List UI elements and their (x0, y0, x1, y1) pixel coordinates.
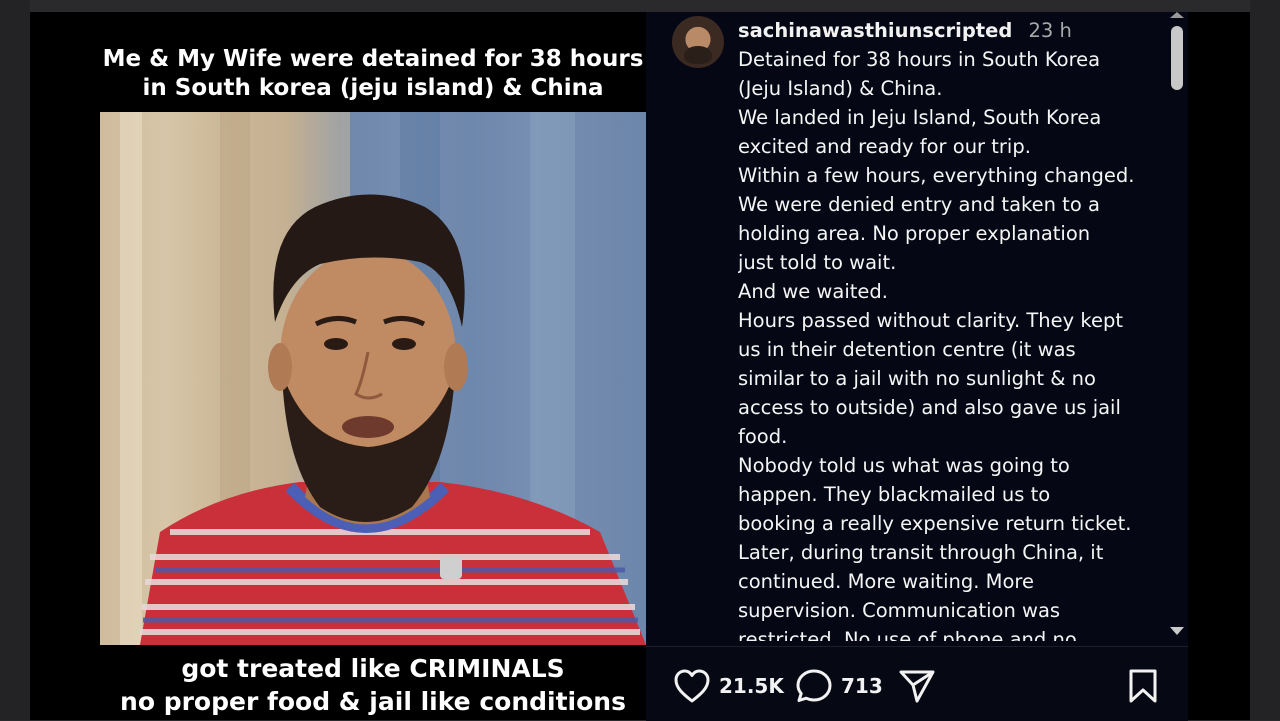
comment-button[interactable]: 713 (795, 668, 883, 704)
video-caption-bottom: got treated like CRIMINALS no proper foo… (100, 645, 646, 720)
caption-line: holding area. No proper explanation (738, 222, 1091, 245)
post-caption: sachinawasthiunscripted 23 h Detained fo… (738, 16, 1158, 641)
share-icon (899, 670, 935, 703)
caption-line: happen. They blackmailed us to (738, 483, 1051, 506)
scroll-down-arrow[interactable] (1170, 627, 1184, 635)
video-caption-top: Me & My Wife were detained for 38 hours … (100, 12, 646, 112)
like-count: 21.5K (719, 674, 784, 698)
page-backdrop-right (1250, 0, 1280, 720)
caption-line: Nobody told us what was going to (738, 454, 1070, 477)
scroll-up-arrow[interactable] (1170, 12, 1184, 18)
caption-line: supervision. Communication was (738, 599, 1061, 622)
post-timestamp[interactable]: 23 h (1029, 19, 1072, 42)
caption-line: (Jeju Island) & China. (738, 77, 943, 100)
caption-line: similar to a jail with no sunlight & no (738, 367, 1096, 390)
video-caption-bottom-line: got treated like CRIMINALS (181, 654, 565, 683)
heart-icon (674, 669, 710, 703)
caption-line: And we waited. (738, 280, 888, 303)
video-frame (100, 112, 646, 645)
share-button[interactable] (898, 668, 936, 704)
username-link[interactable]: sachinawasthiunscripted (738, 19, 1012, 42)
scrollbar-thumb[interactable] (1171, 26, 1183, 90)
caption-line: food. (738, 425, 788, 448)
speaker-illustration (100, 112, 646, 645)
caption-line: restricted. No use of phone and no (738, 628, 1077, 641)
page-backdrop-left (0, 0, 30, 720)
caption-line: Detained for 38 hours in South Korea (738, 48, 1101, 71)
comment-count: 713 (841, 674, 883, 698)
video-caption-top-line: Me & My Wife were detained for 38 hours (102, 46, 644, 72)
post-video[interactable]: Me & My Wife were detained for 38 hours … (100, 12, 646, 720)
caption-line: just told to wait. (738, 251, 897, 274)
caption-line: continued. More waiting. More (738, 570, 1034, 593)
avatar[interactable] (672, 16, 724, 68)
caption-line: access to outside) and also gave us jail (738, 396, 1121, 419)
caption-line: We landed in Jeju Island, South Korea (738, 106, 1102, 129)
like-button[interactable]: 21.5K (673, 668, 784, 704)
caption-line: Hours passed without clarity. They kept (738, 309, 1124, 332)
post-header: sachinawasthiunscripted 23 h (738, 16, 1158, 45)
video-caption-top-line: in South korea (jeju island) & China (142, 75, 604, 101)
video-caption-bottom-line: no proper food & jail like conditions (120, 687, 626, 716)
caption-line: Within a few hours, everything changed. (738, 164, 1135, 187)
caption-line: booking a really expensive return ticket… (738, 512, 1132, 535)
save-button[interactable] (1126, 668, 1160, 704)
caption-line: excited and ready for our trip. (738, 135, 1031, 158)
comment-icon (796, 669, 832, 702)
caption-line: We were denied entry and taken to a (738, 193, 1100, 216)
bookmark-icon (1129, 669, 1157, 703)
caption-line: Later, during transit through China, it (738, 541, 1104, 564)
caption-line: us in their detention centre (it was (738, 338, 1076, 361)
caption-scrollbar[interactable] (1166, 12, 1188, 642)
